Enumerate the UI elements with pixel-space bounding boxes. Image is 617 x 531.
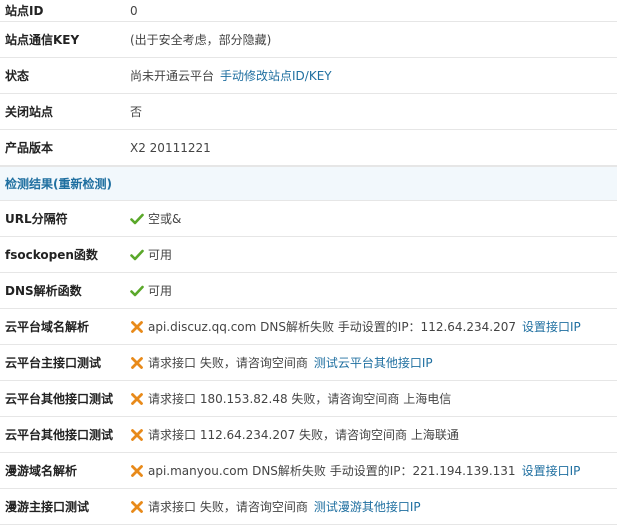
check-result-text: 请求接口 失败，请咨询空间商 [148,500,308,514]
check-action-link[interactable]: 设置接口IP [522,462,581,479]
check-row: DNS解析函数 可用 [0,273,617,309]
check-row: 云平台主接口测试 请求接口 失败，请咨询空间商 测试云平台其他接口IP [0,345,617,381]
cross-icon [130,356,144,370]
check-result: api.manyou.com DNS解析失败 手动设置的IP：221.194.1… [130,462,617,479]
product-version-row: 产品版本 X2 20111221 [0,130,617,166]
check-label: 云平台其他接口测试 [5,392,114,406]
check-label: 云平台其他接口测试 [5,428,114,442]
site-key-row: 站点通信KEY (出于安全考虑，部分隐藏) [0,22,617,58]
cross-icon [130,320,144,334]
check-action-link[interactable]: 测试漫游其他接口IP [314,498,421,515]
check-row: 漫游主接口测试 请求接口 失败，请咨询空间商 测试漫游其他接口IP [0,489,617,525]
check-result-text: 请求接口 112.64.234.207 失败，请咨询空间商 上海联通 [148,428,459,442]
check-label: URL分隔符 [5,212,68,226]
site-key-value: (出于安全考虑，部分隐藏) [130,33,272,47]
check-row: 漫游域名解析 api.manyou.com DNS解析失败 手动设置的IP：221… [0,453,617,489]
cross-icon [130,428,144,442]
cross-icon [130,392,144,406]
check-result: 可用 [130,246,617,263]
site-id-row: 站点ID 0 [0,0,617,22]
status-label: 状态 [5,69,30,83]
check-row: 云平台域名解析 api.discuz.qq.com DNS解析失败 手动设置的IP… [0,309,617,345]
check-result-text: 可用 [148,284,173,298]
check-result-text: 请求接口 失败，请咨询空间商 [148,356,308,370]
cross-icon [130,500,144,514]
check-result-text: api.manyou.com DNS解析失败 手动设置的IP：221.194.1… [148,464,516,478]
close-site-row: 关闭站点 否 [0,94,617,130]
check-action-link[interactable]: 测试云平台其他接口IP [314,354,433,371]
check-result-text: 请求接口 180.153.82.48 失败，请咨询空间商 上海电信 [148,392,452,406]
check-result: 可用 [130,282,617,299]
check-result: 请求接口 180.153.82.48 失败，请咨询空间商 上海电信 [130,390,617,407]
status-row: 状态 尚未开通云平台 手动修改站点ID/KEY [0,58,617,94]
check-result: api.discuz.qq.com DNS解析失败 手动设置的IP：112.64… [130,318,617,335]
check-result: 空或& [130,210,617,227]
check-action-link[interactable]: 设置接口IP [522,318,581,335]
check-result: 请求接口 失败，请咨询空间商 测试漫游其他接口IP [130,498,617,515]
check-label: 云平台域名解析 [5,320,90,334]
check-label: 漫游主接口测试 [5,500,90,514]
check-label: 云平台主接口测试 [5,356,102,370]
checkmark-icon [130,212,144,226]
check-result: 请求接口 失败，请咨询空间商 测试云平台其他接口IP [130,354,617,371]
check-label: fsockopen函数 [5,248,98,262]
edit-site-id-key-link[interactable]: 手动修改站点ID/KEY [220,67,332,84]
recheck-link[interactable]: 检测结果(重新检测) [5,175,112,192]
checks-list: URL分隔符 空或& fsockopen函数 可用 DNS解析函数 可用 云平台域名解析 ap… [0,201,617,525]
product-version-value: X2 20111221 [130,140,211,155]
check-row: 云平台其他接口测试 请求接口 180.153.82.48 失败，请咨询空间商 上海… [0,381,617,417]
check-row: fsockopen函数 可用 [0,237,617,273]
site-id-label: 站点ID [5,4,44,18]
check-row: URL分隔符 空或& [0,201,617,237]
check-label: 漫游域名解析 [5,464,78,478]
close-site-value: 否 [130,105,143,119]
checkmark-icon [130,284,144,298]
status-value-cell: 尚未开通云平台 手动修改站点ID/KEY [130,67,617,84]
cloud-platform-diagnostics: 站点ID 0 站点通信KEY (出于安全考虑，部分隐藏) 状态 尚未开通云平台 … [0,0,617,525]
check-result-text: api.discuz.qq.com DNS解析失败 手动设置的IP：112.64… [148,320,516,334]
status-value: 尚未开通云平台 [130,69,215,83]
checkmark-icon [130,248,144,262]
site-key-label: 站点通信KEY [5,33,80,47]
check-result-text: 可用 [148,248,173,262]
check-result-text: 空或& [148,212,182,226]
product-version-label: 产品版本 [5,141,54,155]
check-label: DNS解析函数 [5,284,82,298]
check-row: 云平台其他接口测试 请求接口 112.64.234.207 失败，请咨询空间商 上… [0,417,617,453]
close-site-label: 关闭站点 [5,105,54,119]
check-result: 请求接口 112.64.234.207 失败，请咨询空间商 上海联通 [130,426,617,443]
site-id-value: 0 [130,3,138,18]
cross-icon [130,464,144,478]
detection-results-header: 检测结果(重新检测) [0,166,617,201]
